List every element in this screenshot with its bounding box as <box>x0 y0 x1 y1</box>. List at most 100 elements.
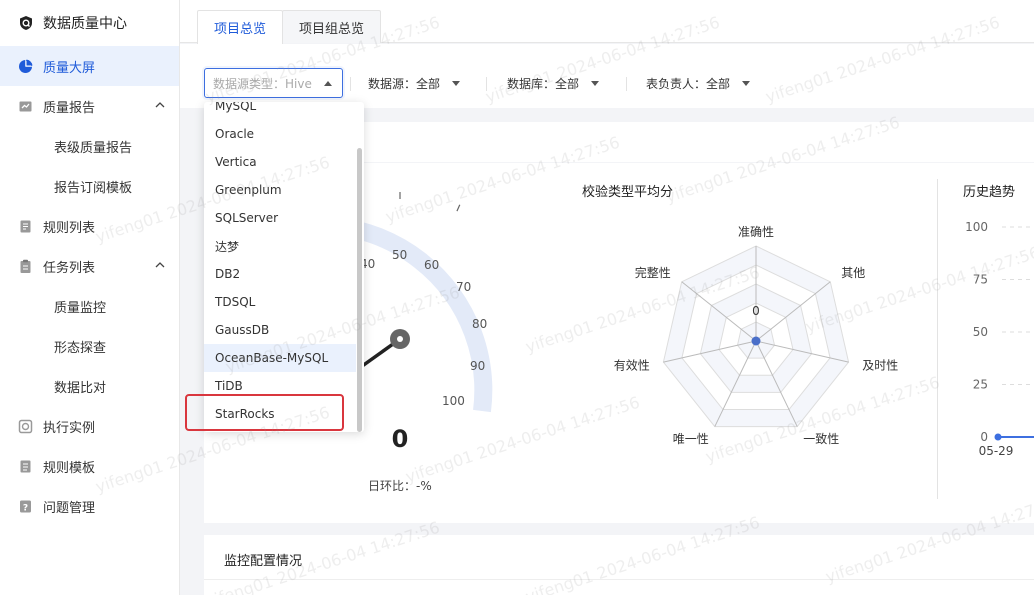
trend-data-point <box>994 433 1002 441</box>
trend-y-tick: 50 <box>973 325 988 339</box>
trend-y-tick: 100 <box>965 220 988 234</box>
radar-axis-label: 一致性 <box>803 432 839 446</box>
chevron-up-icon[interactable] <box>155 260 165 270</box>
sidebar-item[interactable]: 规则列表 <box>0 206 179 246</box>
sidebar-subitem[interactable]: 报告订阅模板 <box>0 166 179 206</box>
monitor-title: 监控配置情况 <box>224 554 303 569</box>
sidebar-item-label: 执行实例 <box>43 420 96 436</box>
sidebar-item-label: 质量大屏 <box>43 60 96 76</box>
daily-change: 日环比：-% <box>368 479 432 493</box>
dropdown-option[interactable]: TDSQL <box>204 288 356 316</box>
tab-project-group-overview[interactable]: 项目组总览 <box>282 10 382 43</box>
sidebar: 数据质量中心 质量大屏质量报告表级质量报告 报告订阅模板规则列表任务列表质量监控形… <box>0 0 180 595</box>
tabs-bar: 项目总览 项目组总览 <box>180 0 1034 44</box>
dropdown-option[interactable]: 达梦 <box>204 232 356 260</box>
tab-project-overview[interactable]: 项目总览 <box>197 10 284 44</box>
sidebar-item-label: 形态探查 <box>54 340 107 356</box>
radar-axis-label: 准确性 <box>738 225 774 239</box>
datasource-select[interactable]: 数据源：全部 <box>368 68 461 98</box>
gauge-tick-label: 70 <box>456 280 471 294</box>
radar-axis-label: 完整性 <box>635 265 671 280</box>
instance-icon <box>18 419 33 433</box>
svg-text:?: ? <box>23 503 28 513</box>
sidebar-item-label: 问题管理 <box>43 500 96 516</box>
issue-icon: ? <box>20 500 31 513</box>
sidebar-item-label: 规则列表 <box>43 220 96 236</box>
divider <box>350 77 351 91</box>
dropdown-option[interactable]: SQLServer <box>204 204 356 232</box>
radar-chart: 准确性其他及时性一致性 唯一性 有效性 完整性 0 <box>614 225 899 446</box>
divider <box>204 579 1034 580</box>
database-select[interactable]: 数据库：全部 <box>507 68 600 98</box>
gauge-tick-label: 80 <box>472 317 487 331</box>
radar-title: 校验类型平均分 <box>582 185 674 200</box>
sidebar-subitem[interactable]: 形态探查 <box>0 326 179 366</box>
owner-select[interactable]: 表负责人：全部 <box>646 68 751 98</box>
dropdown-option[interactable]: GaussDB <box>204 316 356 344</box>
datasource-label: 数据源：全部 <box>368 76 441 91</box>
sidebar-item[interactable]: ? 问题管理 <box>0 486 179 526</box>
sidebar-item[interactable]: 质量报告 <box>0 86 179 126</box>
sidebar-item[interactable]: 规则模板 <box>0 446 179 486</box>
chevron-down-icon <box>591 80 600 86</box>
sidebar-item-label: 质量报告 <box>43 100 96 116</box>
sidebar-item-label: 报告订阅模板 <box>54 180 133 196</box>
gauge-tick-label: 50 <box>392 248 407 262</box>
sidebar-item[interactable]: 任务列表 <box>0 246 179 286</box>
sidebar-item[interactable]: 质量大屏 <box>0 46 179 86</box>
trend-y-tick: 0 <box>980 430 988 444</box>
highlight-annotation <box>185 394 344 431</box>
chevron-up-icon <box>323 80 332 86</box>
sidebar-item-label: 规则模板 <box>43 460 96 476</box>
divider <box>486 77 487 91</box>
trend-y-tick: 75 <box>973 273 988 287</box>
sidebar-item-label: 表级质量报告 <box>54 140 133 156</box>
chevron-up-icon[interactable] <box>155 100 165 110</box>
monitor-card: 监控配置情况 <box>204 535 1034 595</box>
gauge-tick-label: 100 <box>442 394 465 408</box>
chart-divider <box>937 179 938 499</box>
pie-chart-icon <box>19 59 33 73</box>
trend-y-tick: 25 <box>973 378 988 392</box>
sidebar-subitem[interactable]: 质量监控 <box>0 286 179 326</box>
dropdown-scrollbar[interactable] <box>357 148 362 432</box>
task-icon <box>20 259 31 273</box>
dropdown-option[interactable]: MySQL <box>204 102 356 120</box>
gauge-tick-label: 90 <box>470 359 485 373</box>
dropdown-option[interactable]: OceanBase-MySQL <box>204 344 356 372</box>
chevron-down-icon <box>742 80 751 86</box>
sidebar-item-label: 质量监控 <box>54 300 107 316</box>
radar-axis-label: 及时性 <box>862 358 898 372</box>
report-icon <box>19 101 32 111</box>
dropdown-option[interactable]: Oracle <box>204 120 356 148</box>
dropdown-option[interactable]: Vertica <box>204 148 356 176</box>
sidebar-item-label: 任务列表 <box>43 260 96 276</box>
sidebar-item-label: 数据比对 <box>54 380 107 396</box>
trend-title: 历史趋势 <box>963 185 1016 200</box>
gauge-tick <box>456 204 461 212</box>
trend-chart: 100 75 50 25 005-29 <box>965 220 1034 458</box>
gauge-value: 0 <box>392 425 409 453</box>
brand: 数据质量中心 <box>0 0 179 46</box>
sidebar-subitem[interactable]: 数据比对 <box>0 366 179 406</box>
divider <box>626 77 627 91</box>
radar-center-label: 0 <box>752 304 760 318</box>
list-icon <box>20 220 31 232</box>
radar-axis-label: 其他 <box>841 266 865 280</box>
sidebar-subitem[interactable]: 表级质量报告 <box>0 126 179 166</box>
database-label: 数据库：全部 <box>507 76 580 91</box>
filter-bar: 数据源类型：Hive 数据源：全部 数据库：全部 表负责人：全部 <box>180 44 1034 108</box>
chevron-down-icon <box>452 80 461 86</box>
gauge-tick-label: 60 <box>424 258 439 272</box>
sidebar-item[interactable]: 执行实例 <box>0 406 179 446</box>
datasource-type-select[interactable]: 数据源类型：Hive <box>204 68 343 98</box>
trend-x-tick: 05-29 <box>979 444 1014 458</box>
app-title: 数据质量中心 <box>43 16 127 32</box>
shield-logo-icon <box>20 16 32 30</box>
template-icon <box>20 460 31 472</box>
radar-data-point <box>751 336 761 346</box>
dropdown-option[interactable]: Greenplum <box>204 176 356 204</box>
owner-label: 表负责人：全部 <box>646 76 731 91</box>
datasource-type-label: 数据源类型：Hive <box>213 76 312 91</box>
dropdown-option[interactable]: DB2 <box>204 260 356 288</box>
